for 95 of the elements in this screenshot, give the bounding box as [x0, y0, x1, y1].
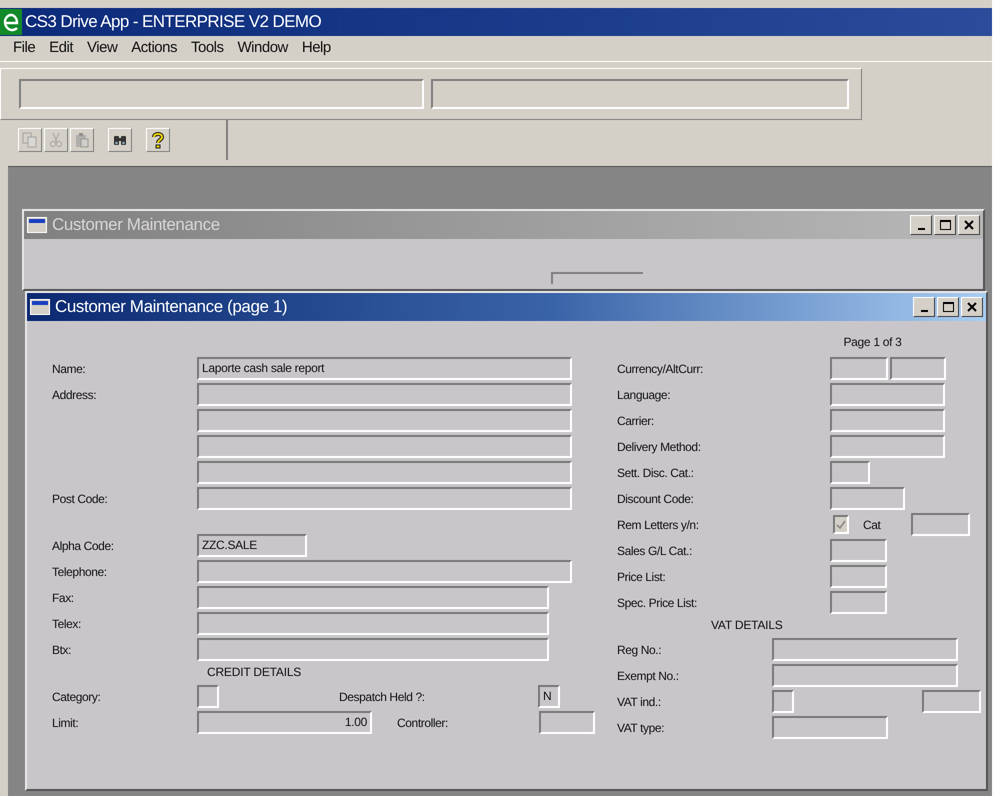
input-field[interactable] [197, 560, 572, 583]
window-icon [30, 299, 50, 315]
maximize-icon [942, 302, 954, 312]
field-label: Fax: [52, 590, 74, 604]
maximize-button[interactable] [934, 215, 956, 235]
field-label: Telephone: [52, 564, 107, 578]
input-field[interactable] [830, 461, 870, 484]
minimize-button[interactable] [910, 215, 932, 235]
page-indicator: Page 1 of 3 [843, 335, 902, 349]
input-field[interactable] [197, 435, 572, 458]
input-field[interactable] [197, 383, 572, 406]
input-field[interactable] [197, 612, 549, 635]
field-label: Rem Letters y/n: [617, 518, 699, 532]
input-field[interactable] [197, 638, 549, 661]
field-label: Telex: [52, 616, 81, 630]
field-label: Limit: [52, 716, 78, 730]
section-heading: CREDIT DETAILS [207, 665, 302, 679]
field-label: Cat [863, 516, 882, 534]
field-label: Address: [52, 388, 96, 402]
field-label: Sett. Disc. Cat.: [617, 466, 694, 480]
field-label: VAT ind.: [617, 694, 661, 708]
check-icon [836, 520, 846, 530]
input-field[interactable] [539, 711, 595, 734]
field-label: Controller: [397, 714, 449, 732]
copy-icon [22, 132, 38, 148]
minimize-icon [920, 310, 928, 312]
window-title: Customer Maintenance (page 1) [55, 296, 288, 318]
input-field[interactable] [197, 409, 572, 432]
section-heading: VAT DETAILS [711, 618, 783, 632]
help-icon [150, 131, 166, 149]
field-label: Category: [52, 690, 100, 704]
menu-item[interactable]: Actions [124, 37, 184, 60]
maximize-icon [940, 220, 950, 230]
input-field[interactable] [830, 435, 945, 458]
field-label: Post Code: [52, 492, 108, 506]
field-label: Spec. Price List: [617, 596, 697, 610]
paste-icon [74, 132, 90, 148]
input-field[interactable] [772, 716, 888, 739]
maximize-button[interactable] [937, 297, 959, 317]
input-field[interactable] [197, 461, 572, 484]
input-field[interactable]: Laporte cash sale report [197, 357, 572, 380]
menu-item[interactable]: Edit [42, 37, 80, 60]
field-label: Discount Code: [617, 492, 694, 506]
input-field[interactable] [772, 638, 958, 661]
input-field[interactable]: ZZC.SALE [197, 534, 307, 557]
close-button[interactable] [961, 297, 983, 317]
input-field[interactable] [772, 664, 958, 687]
input-field[interactable] [197, 487, 572, 510]
field-label: Currency/AltCurr: [617, 362, 703, 376]
close-icon [967, 302, 977, 312]
menu-item[interactable]: Tools [184, 37, 231, 60]
field-label: Delivery Method: [617, 440, 701, 454]
input-field[interactable] [197, 685, 219, 708]
menu-item[interactable]: File [6, 37, 42, 60]
minimize-icon [918, 228, 924, 230]
toolbar-field[interactable] [19, 79, 424, 109]
field-label: Name: [52, 362, 86, 376]
menu-item[interactable]: Window [230, 37, 295, 60]
input-field[interactable]: 1.00 [197, 711, 372, 734]
close-button[interactable] [958, 215, 980, 235]
cut-icon [48, 132, 64, 148]
field-label: Reg No.: [617, 642, 662, 656]
input-field[interactable] [830, 539, 887, 562]
field-label: Btx: [52, 642, 72, 656]
field-label: Language: [617, 388, 670, 402]
input-field[interactable] [772, 690, 794, 713]
input-field[interactable] [890, 357, 946, 380]
input-field[interactable] [830, 487, 905, 510]
field-label: Price List: [617, 570, 666, 584]
minimize-button[interactable] [913, 297, 935, 317]
field-label: Carrier: [617, 414, 654, 428]
input-field[interactable] [830, 409, 945, 432]
input-field[interactable] [830, 383, 945, 406]
menu-item[interactable]: Help [294, 37, 338, 60]
input-field[interactable] [551, 272, 643, 284]
input-field[interactable] [830, 591, 887, 614]
toolbar-field[interactable] [431, 79, 849, 109]
menu-item[interactable]: View [80, 37, 124, 60]
window-title: Customer Maintenance [52, 214, 220, 236]
window-title: CS3 Drive App - ENTERPRISE V2 DEMO [24, 11, 322, 34]
input-field[interactable] [830, 357, 888, 380]
input-field[interactable] [197, 586, 549, 609]
field-label: Despatch Held ?: [339, 688, 426, 706]
input-field[interactable] [922, 690, 981, 713]
field-label: Exempt No.: [617, 668, 679, 682]
toolbar-button[interactable] [146, 128, 170, 152]
input-field[interactable] [911, 513, 970, 536]
input-field[interactable]: N [538, 685, 560, 708]
window-icon [27, 217, 47, 233]
field-label: Alpha Code: [52, 538, 114, 552]
field-label: VAT type: [617, 720, 664, 734]
input-field[interactable] [830, 565, 887, 588]
toolbar-button[interactable] [108, 128, 132, 152]
field-label: Sales G/L Cat.: [617, 544, 692, 558]
close-icon [964, 220, 974, 230]
